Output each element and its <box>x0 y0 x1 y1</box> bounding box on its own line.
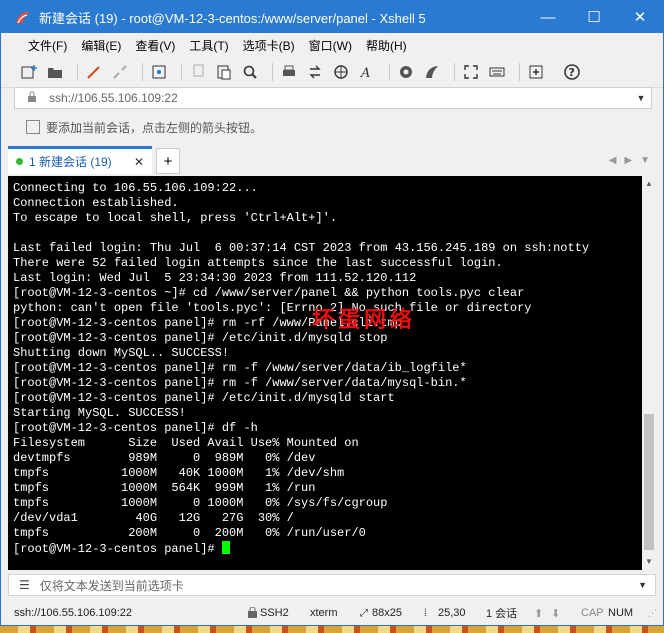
font-icon[interactable]: A <box>357 62 377 82</box>
menu-tabs[interactable]: 选项卡(B) <box>236 37 302 54</box>
address-input[interactable]: ssh://106.55.106.109:22 <box>49 91 631 105</box>
status-bar: ssh://106.55.106.109:22 SSH2 xterm ⤢ 88x… <box>0 602 664 624</box>
tab-bar: 1 新建会话 (19) ✕ + ◀ ▶ ▼ <box>8 146 656 174</box>
connected-status-icon <box>16 158 23 165</box>
window-title: 新建会话 (19) - root@VM-12-3-centos:/www/ser… <box>39 10 426 26</box>
status-position: 25,30 <box>438 607 466 619</box>
fullscreen-icon[interactable] <box>461 62 481 82</box>
compose-dropdown-icon[interactable]: ▼ <box>638 580 647 590</box>
paste-icon[interactable] <box>214 62 234 82</box>
tab-close-icon[interactable]: ✕ <box>134 155 144 169</box>
status-sessions: 1 会话 <box>486 608 518 620</box>
menu-file[interactable]: 文件(F) <box>21 37 74 54</box>
toolbar-divider <box>519 63 520 81</box>
keyboard-icon[interactable] <box>487 62 507 82</box>
properties-icon[interactable] <box>149 62 169 82</box>
xmanager-icon[interactable] <box>422 62 442 82</box>
close-button[interactable]: ✕ <box>617 1 663 33</box>
status-terminal-type: xterm <box>310 607 338 619</box>
toolbar-divider <box>181 63 182 81</box>
toolbar-divider <box>272 63 273 81</box>
menu-view[interactable]: 查看(V) <box>128 37 182 54</box>
svg-text:?: ? <box>569 66 575 79</box>
menu-bar: 文件(F) 编辑(E) 查看(V) 工具(T) 选项卡(B) 窗口(W) 帮助(… <box>1 33 663 57</box>
open-folder-icon[interactable] <box>45 62 65 82</box>
terminal-output[interactable]: Connecting to 106.55.106.109:22... Conne… <box>13 181 642 557</box>
title-bar: 新建会话 (19) - root@VM-12-3-centos:/www/ser… <box>1 1 663 33</box>
lock-icon <box>27 91 41 106</box>
connect-icon[interactable] <box>84 62 104 82</box>
tab-list-icon[interactable]: ▼ <box>640 155 650 166</box>
xshell-icon <box>15 9 31 25</box>
tab-session-1[interactable]: 1 新建会话 (19) ✕ <box>8 146 152 174</box>
status-down-arrow-icon[interactable]: ⬇ <box>551 607 560 620</box>
print-icon[interactable] <box>279 62 299 82</box>
new-session-icon[interactable] <box>19 62 39 82</box>
transfer-icon[interactable] <box>305 62 325 82</box>
address-dropdown-icon[interactable]: ▼ <box>631 93 651 103</box>
menu-window[interactable]: 窗口(W) <box>302 37 359 54</box>
menu-tools[interactable]: 工具(T) <box>182 37 235 54</box>
status-num: NUM <box>608 607 634 619</box>
status-up-arrow-icon[interactable]: ⬆ <box>534 607 543 620</box>
compose-input[interactable]: 仅将文本发送到当前选项卡 <box>40 577 184 594</box>
tab-next-icon[interactable]: ▶ <box>624 155 632 166</box>
find-icon[interactable] <box>240 62 260 82</box>
status-size-icon: ⤢ <box>360 607 368 619</box>
compose-bar[interactable]: ☰ 仅将文本发送到当前选项卡 ▼ <box>8 574 656 596</box>
resize-grip-icon[interactable]: ⋰ <box>648 608 657 619</box>
status-position-icon: ⁞ <box>424 607 427 619</box>
menu-edit[interactable]: 编辑(E) <box>74 37 128 54</box>
globe-icon[interactable] <box>331 62 351 82</box>
toolbar-divider <box>454 63 455 81</box>
compose-menu-icon[interactable]: ☰ <box>19 578 30 592</box>
terminal-scrollbar[interactable]: ▲ ▼ <box>642 176 656 570</box>
tab-navigation: ◀ ▶ ▼ <box>609 155 656 174</box>
copy-icon[interactable] <box>188 62 208 82</box>
help-icon[interactable]: ? <box>562 62 582 82</box>
toolbar-divider <box>389 63 390 81</box>
toolbar-divider <box>77 63 78 81</box>
tab-label: 1 新建会话 (19) <box>29 155 112 169</box>
session-hint-text: 要添加当前会话，点击左侧的箭头按钮。 <box>46 120 263 135</box>
xftp-icon[interactable] <box>396 62 416 82</box>
scroll-up-icon[interactable]: ▲ <box>642 176 656 192</box>
toolbar-divider <box>142 63 143 81</box>
terminal-cursor <box>221 541 230 554</box>
terminal-pane[interactable]: Connecting to 106.55.106.109:22... Conne… <box>8 176 656 570</box>
status-size: 88x25 <box>372 607 402 619</box>
new-tab-button[interactable]: + <box>156 148 180 174</box>
address-bar[interactable]: ssh://106.55.106.109:22 ▼ <box>14 87 652 109</box>
status-caps: CAP <box>581 607 604 619</box>
session-bookmark-icon[interactable] <box>26 120 40 134</box>
scroll-down-icon[interactable]: ▼ <box>642 554 656 570</box>
scrollbar-thumb[interactable] <box>644 414 654 550</box>
menu-help[interactable]: 帮助(H) <box>359 37 414 54</box>
svg-text:A: A <box>360 66 370 80</box>
maximize-button[interactable]: ☐ <box>571 1 617 33</box>
toolbar: A ? <box>1 57 663 88</box>
status-address: ssh://106.55.106.109:22 <box>14 607 133 619</box>
watermark-text: 坏蛋网络 <box>312 308 417 333</box>
disconnect-icon[interactable] <box>110 62 130 82</box>
status-lock-icon <box>248 606 257 621</box>
add-icon[interactable] <box>526 62 546 82</box>
tab-prev-icon[interactable]: ◀ <box>609 155 617 166</box>
session-hint-bar: 要添加当前会话，点击左侧的箭头按钮。 <box>14 116 652 138</box>
minimize-button[interactable]: — <box>525 1 571 33</box>
shell-prompt: [root@VM-12-3-centos panel]# <box>13 542 222 556</box>
status-protocol: SSH2 <box>260 607 289 619</box>
